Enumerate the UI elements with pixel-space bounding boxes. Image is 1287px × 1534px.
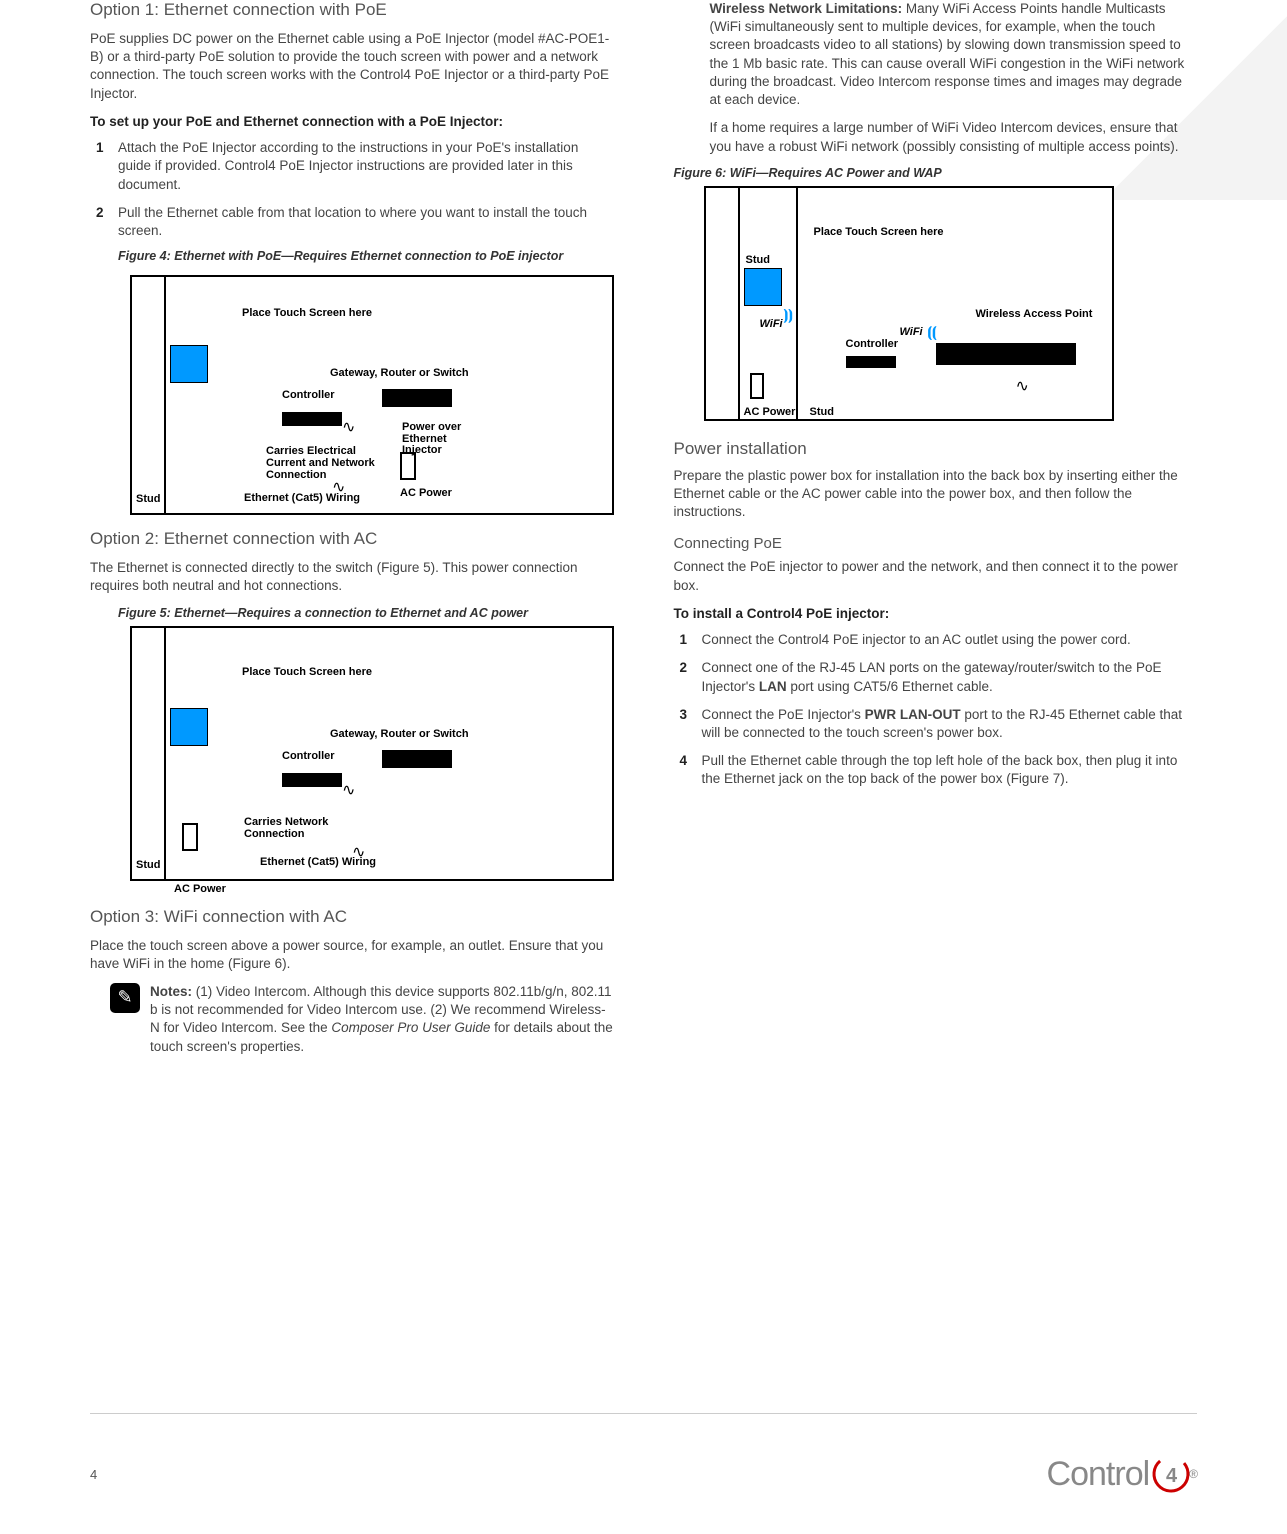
install-step2: 2Connect one of the RJ-45 LAN ports on t… xyxy=(702,659,1198,695)
option2-paragraph: The Ethernet is connected directly to th… xyxy=(90,559,614,595)
install-step4: 4Pull the Ethernet cable through the top… xyxy=(702,752,1198,788)
page-number: 4 xyxy=(90,1467,97,1482)
opt1-step1: 1Attach the PoE Injector according to th… xyxy=(118,139,614,194)
option2-heading: Option 2: Ethernet connection with AC xyxy=(90,529,614,549)
connecting-poe-heading: Connecting PoE xyxy=(674,535,1198,552)
install-step1: 1Connect the Control4 PoE injector to an… xyxy=(702,631,1198,649)
figure4-caption: Figure 4: Ethernet with PoE—Requires Eth… xyxy=(118,248,614,265)
option1-heading: Option 1: Ethernet connection with PoE xyxy=(90,0,614,20)
notes-text: Notes: (1) Video Intercom. Although this… xyxy=(150,983,614,1056)
figure4-diagram: Stud Place Touch Screen here Controller … xyxy=(130,275,614,515)
left-column: Option 1: Ethernet connection with PoE P… xyxy=(90,0,614,1066)
option3-paragraph: Place the touch screen above a power sou… xyxy=(90,937,614,973)
poe-setup-intro: To set up your PoE and Ethernet connecti… xyxy=(90,113,614,131)
svg-text:4: 4 xyxy=(1166,1465,1178,1487)
control4-logo: Control 4 ® xyxy=(1047,1454,1197,1494)
figure5-diagram: Stud Place Touch Screen here Controller … xyxy=(130,626,614,881)
wireless-limitations-p2: If a home requires a large number of WiF… xyxy=(710,119,1198,155)
logo-4-icon: 4 xyxy=(1151,1454,1191,1494)
wireless-limitations: Wireless Network Limitations: Many WiFi … xyxy=(710,0,1198,109)
power-installation-heading: Power installation xyxy=(674,439,1198,459)
option3-heading: Option 3: WiFi connection with AC xyxy=(90,907,614,927)
opt1-step2: 2Pull the Ethernet cable from that locat… xyxy=(118,204,614,265)
page-footer: 4 Control 4 ® xyxy=(90,1413,1197,1494)
notes-block: ✎ Notes: (1) Video Intercom. Although th… xyxy=(110,983,614,1056)
note-icon: ✎ xyxy=(110,983,140,1013)
figure5-caption: Figure 5: Ethernet—Requires a connection… xyxy=(118,606,614,620)
figure6-diagram: Place Touch Screen here Stud WiFi Wirele… xyxy=(704,186,1114,421)
option1-paragraph: PoE supplies DC power on the Ethernet ca… xyxy=(90,30,614,103)
power-installation-paragraph: Prepare the plastic power box for instal… xyxy=(674,467,1198,522)
connecting-poe-paragraph: Connect the PoE injector to power and th… xyxy=(674,558,1198,594)
right-column: Wireless Network Limitations: Many WiFi … xyxy=(674,0,1198,1066)
install-step3: 3Connect the PoE Injector's PWR LAN-OUT … xyxy=(702,706,1198,742)
figure6-caption: Figure 6: WiFi—Requires AC Power and WAP xyxy=(674,166,1198,180)
install-poe-intro: To install a Control4 PoE injector: xyxy=(674,605,1198,623)
